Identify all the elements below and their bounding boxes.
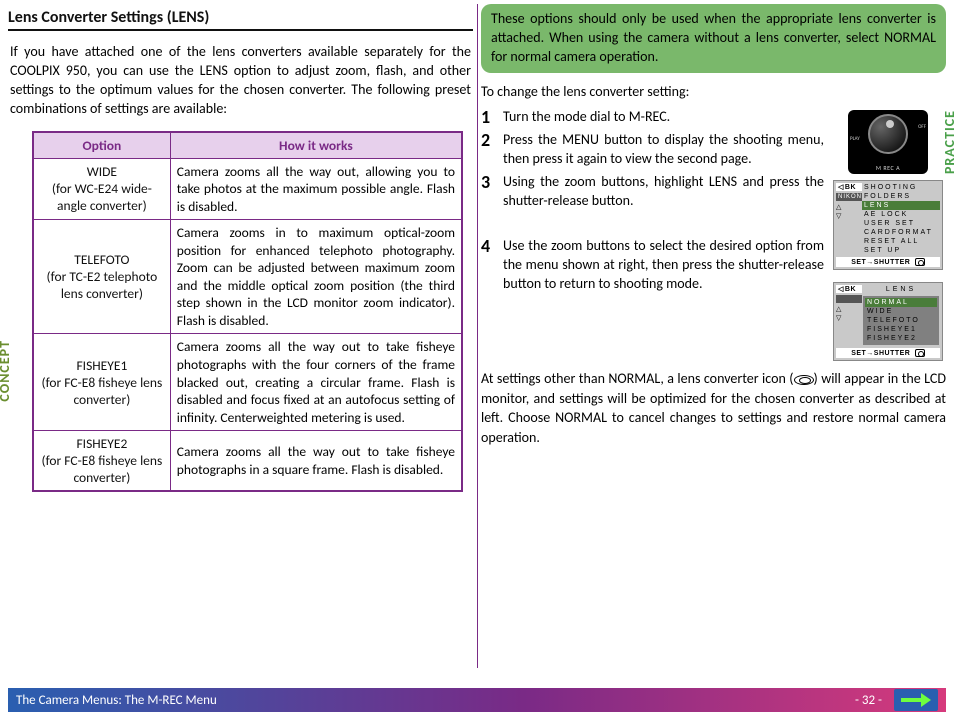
step-text: Press the MENU button to display the sho… <box>503 131 824 169</box>
lcd-item: CARDFORMAT <box>862 228 940 237</box>
desc-telefoto: Camera zooms in to maximum optical-zoom … <box>170 220 462 334</box>
arrow-right-icon <box>901 693 931 707</box>
step-4: 4 Use the zoom buttons to select the des… <box>481 237 824 294</box>
lcd-item-selected: NORMAL <box>865 298 937 307</box>
lcd-menu-1: BK NIKON SHOOTING FOLDERS LENS AE LOCK U… <box>833 180 943 271</box>
page-footer: The Camera Menus: The M-REC Menu - 32 - <box>8 688 946 712</box>
camera-icon <box>915 258 925 266</box>
steps-lead: To change the lens converter setting: <box>481 83 946 100</box>
step-3: 3 Using the zoom buttons, highlight LENS… <box>481 173 824 211</box>
next-page-arrow[interactable] <box>894 689 938 711</box>
step-number: 4 <box>481 237 497 294</box>
closing-pre: At settings other than NORMAL, a lens co… <box>481 370 794 387</box>
step-number: 2 <box>481 131 497 169</box>
desc-wide: Camera zooms all the way out, allowing y… <box>170 158 462 220</box>
dial-off-label: OFF <box>918 124 926 130</box>
intro-paragraph: If you have attached one of the lens con… <box>8 39 473 123</box>
table-row: FISHEYE1 (for FC-E8 fisheye lens convert… <box>33 334 462 431</box>
triangle-up-icon <box>836 305 862 313</box>
lcd-item: SET UP <box>862 246 940 255</box>
step-2: 2 Press the MENU button to display the s… <box>481 131 824 169</box>
lcd-item: WIDE <box>865 307 937 316</box>
step-number: 3 <box>481 173 497 211</box>
table-row: TELEFOTO (for TC-E2 telephoto lens conve… <box>33 220 462 334</box>
step-number: 1 <box>481 108 497 128</box>
dial-play-label: PLAY <box>850 136 860 142</box>
lcd-item: TELEFOTO <box>865 316 937 325</box>
lcd-item: USER SET <box>862 219 940 228</box>
footer-page-number: - 32 - <box>855 693 882 708</box>
column-divider <box>477 4 478 668</box>
closing-paragraph: At settings other than NORMAL, a lens co… <box>481 369 946 447</box>
triangle-up-icon <box>836 203 862 211</box>
step-1: 1 Turn the mode dial to M-REC. <box>481 108 824 128</box>
concept-tab-label: CONCEPT <box>0 340 13 402</box>
camera-icon <box>915 349 925 357</box>
lcd-item-selected: LENS <box>862 201 940 210</box>
opt-fisheye1: FISHEYE1 (for FC-E8 fisheye lens convert… <box>33 334 170 431</box>
opt-wide: WIDE (for WC-E24 wide-angle converter) <box>33 158 170 220</box>
options-table: Option How it works WIDE (for WC-E24 wid… <box>32 131 463 493</box>
triangle-down-icon <box>836 314 862 322</box>
triangle-down-icon <box>836 212 862 220</box>
mode-dial-illustration: OFF PLAY M REC A <box>848 110 928 174</box>
opt-telefoto: TELEFOTO (for TC-E2 telephoto lens conve… <box>33 220 170 334</box>
table-row: WIDE (for WC-E24 wide-angle converter) C… <box>33 158 462 220</box>
lcd-item: FISHEYE2 <box>865 334 937 343</box>
opt-fisheye2: FISHEYE2 (for FC-E8 fisheye lens convert… <box>33 431 170 492</box>
lcd-item: FISHEYE1 <box>865 325 937 334</box>
step-text: Turn the mode dial to M-REC. <box>503 108 670 128</box>
step-text: Using the zoom buttons, highlight LENS a… <box>503 173 824 211</box>
lcd-item: AE LOCK <box>862 210 940 219</box>
dial-bottom-label: M REC A <box>848 164 928 172</box>
lcd-item: RESET ALL <box>862 237 940 246</box>
page-heading: Lens Converter Settings (LENS) <box>8 8 473 31</box>
footer-title: The Camera Menus: The M-REC Menu <box>16 693 855 708</box>
lcd-item: SHOOTING <box>862 183 940 192</box>
lens-converter-icon <box>794 375 814 385</box>
th-how: How it works <box>170 132 462 159</box>
lcd-bk-label: BK <box>836 285 862 293</box>
lcd-set-shutter: SET→SHUTTER <box>836 257 940 267</box>
table-row: FISHEYE2 (for FC-E8 fisheye lens convert… <box>33 431 462 492</box>
lcd-title: LENS <box>862 285 940 294</box>
lcd-bk-label: BK <box>836 183 862 191</box>
lcd-nikon-label: NIKON <box>836 193 862 201</box>
desc-fisheye2: Camera zooms all the way out to take fis… <box>170 431 462 492</box>
lcd-menu-2: BK LENS NORMAL WIDE TELEFOTO FISHEYE <box>833 282 943 361</box>
step-text: Use the zoom buttons to select the desir… <box>503 237 824 294</box>
th-option: Option <box>33 132 170 159</box>
practice-tab-label: PRACTICE <box>941 110 954 174</box>
desc-fisheye1: Camera zooms all the way out to take fis… <box>170 334 462 431</box>
caution-note: These options should only be used when t… <box>481 4 946 73</box>
lcd-item: FOLDERS <box>862 192 940 201</box>
lcd-set-shutter: SET→SHUTTER <box>836 348 940 358</box>
